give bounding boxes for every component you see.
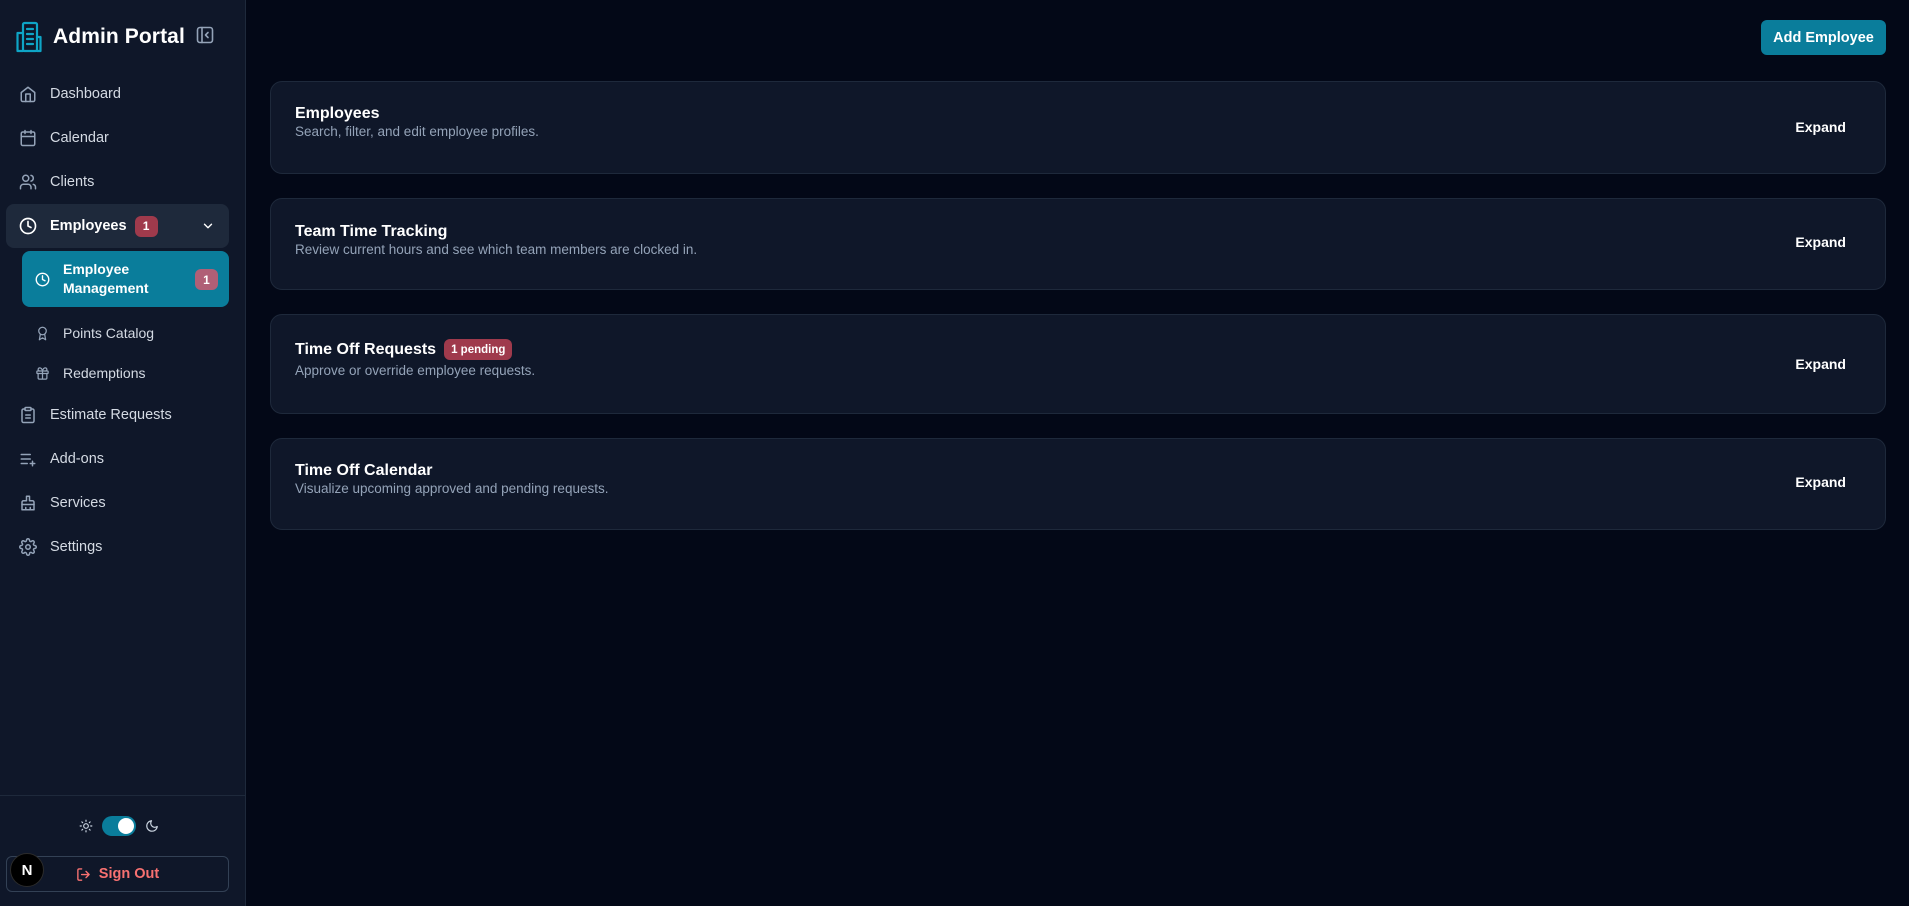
theme-toggle[interactable] [102,816,136,836]
expand-button[interactable]: Expand [1795,356,1846,372]
sidebar-item-label: Employees [50,218,127,234]
sidebar-item-estimate-requests[interactable]: Estimate Requests [6,393,229,437]
award-icon [34,325,50,341]
sidebar-item-calendar[interactable]: Calendar [6,116,229,160]
collapse-sidebar-button[interactable] [195,26,215,49]
employee-management-badge: 1 [195,269,218,290]
sidebar-nav: Dashboard Calendar Clients Employees 1 E… [6,72,229,569]
sidebar: Admin Portal Dashboard Calendar Clients … [0,0,246,906]
card-title: Employees [295,105,380,122]
clock-icon [34,271,50,287]
card-description: Approve or override employee requests. [295,363,536,378]
chevron-down-icon[interactable] [199,217,217,235]
sidebar-item-dashboard[interactable]: Dashboard [6,72,229,116]
card-description: Visualize upcoming approved and pending … [295,481,609,496]
sidebar-item-label: Calendar [50,130,109,146]
sidebar-item-add-ons[interactable]: Add-ons [6,437,229,481]
sidebar-item-redemptions[interactable]: Redemptions [22,353,229,393]
sidebar-item-services[interactable]: Services [6,481,229,525]
card-title: Time Off Requests [295,340,437,358]
home-icon [18,84,38,104]
employees-card[interactable]: Employees Search, filter, and edit emplo… [270,81,1886,174]
theme-toggle-knob [118,818,134,834]
log-out-icon [76,866,92,882]
expand-button[interactable]: Expand [1795,474,1846,490]
employees-subnav: Employee Management 1 Points Catalog Red… [22,251,229,393]
time-off-requests-card[interactable]: Time Off Requests 1 pending Approve or o… [270,314,1886,414]
building-icon [14,21,44,53]
expand-button[interactable]: Expand [1795,119,1846,135]
clock-icon [18,216,38,236]
team-time-tracking-card[interactable]: Team Time Tracking Review current hours … [270,198,1886,290]
time-off-calendar-card[interactable]: Time Off Calendar Visualize upcoming app… [270,438,1886,530]
sidebar-item-points-catalog[interactable]: Points Catalog [22,313,229,353]
brand[interactable]: Admin Portal [14,20,185,54]
theme-switcher [78,816,160,836]
clipboard-icon [18,405,38,425]
avatar[interactable]: N [10,853,44,887]
add-employee-button[interactable]: Add Employee [1761,20,1886,55]
brush-icon [18,493,38,513]
calendar-icon [18,128,38,148]
card-title: Team Time Tracking [295,223,448,240]
users-icon [18,172,38,192]
sidebar-item-label: Employee Management [63,261,149,296]
moon-icon [144,818,160,834]
sidebar-item-label: Settings [50,539,103,555]
sidebar-item-clients[interactable]: Clients [6,160,229,204]
sidebar-item-settings[interactable]: Settings [6,525,229,569]
card-title: Time Off Calendar [295,462,433,479]
expand-button[interactable]: Expand [1795,234,1846,250]
list-plus-icon [18,449,38,469]
sidebar-item-label: Points Catalog [63,325,155,341]
card-description: Review current hours and see which team … [295,242,698,257]
sidebar-item-label: Redemptions [63,365,146,381]
sidebar-item-employees[interactable]: Employees 1 [6,204,229,248]
sidebar-item-label: Services [50,495,106,511]
sidebar-item-label: Clients [50,174,95,190]
brand-title: Admin Portal [53,25,185,48]
sidebar-item-label: Add-ons [50,451,105,467]
sidebar-item-label: Estimate Requests [50,407,172,423]
sign-out-label: Sign Out [98,866,160,882]
sun-icon [78,818,94,834]
sidebar-item-employee-management[interactable]: Employee Management 1 [22,251,229,307]
card-description: Search, filter, and edit employee profil… [295,124,539,139]
sidebar-footer: N Sign Out [0,795,246,906]
app-root: Admin Portal Dashboard Calendar Clients … [0,0,1909,906]
pending-badge: 1 pending [444,339,513,360]
gear-icon [18,537,38,557]
panel-collapse-icon [196,26,214,49]
sidebar-item-label: Dashboard [50,86,121,102]
card-title-row: Time Off Requests 1 pending [295,339,513,360]
gift-icon [34,365,50,381]
employees-count-badge: 1 [134,215,158,237]
